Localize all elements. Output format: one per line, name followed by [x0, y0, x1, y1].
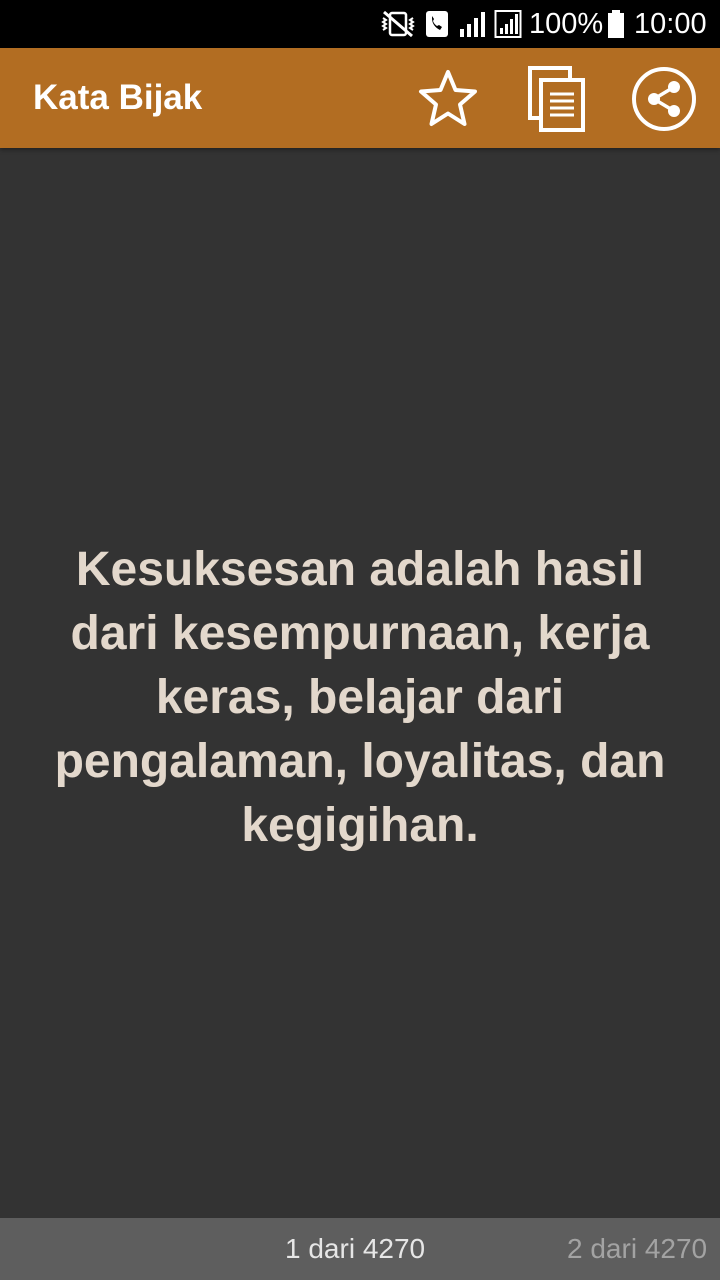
- mute-vibrate-icon: [381, 10, 415, 38]
- signal-icon: [494, 10, 522, 38]
- share-icon: [632, 67, 696, 131]
- app-bar: Kata Bijak: [0, 48, 720, 148]
- favorite-button[interactable]: [413, 64, 483, 134]
- battery-icon: [608, 10, 624, 38]
- copy-icon: [528, 66, 585, 132]
- quote-text: Kesuksesan adalah hasil dari kesempurnaa…: [54, 543, 666, 852]
- screen: 100% 10:00 Kata Bijak Kesuksesan adalah …: [0, 0, 720, 1280]
- page-tab-next[interactable]: 2 dari 4270: [567, 1232, 707, 1266]
- signal-icon: [460, 12, 485, 37]
- copy-button[interactable]: [521, 64, 591, 134]
- call-icon: [426, 11, 448, 37]
- star-icon: [419, 70, 477, 126]
- app-title: Kata Bijak: [33, 78, 203, 117]
- share-button[interactable]: [629, 64, 699, 134]
- page-tab-current[interactable]: 1 dari 4270: [285, 1232, 425, 1266]
- battery-level: 100%: [529, 8, 604, 40]
- page-indicator-strip[interactable]: 1 dari 4270 2 dari 4270: [0, 1218, 720, 1280]
- clock: 10:00: [634, 8, 707, 40]
- quote-card[interactable]: Kesuksesan adalah hasil dari kesempurnaa…: [40, 148, 680, 1218]
- status-bar: 100% 10:00: [0, 0, 720, 48]
